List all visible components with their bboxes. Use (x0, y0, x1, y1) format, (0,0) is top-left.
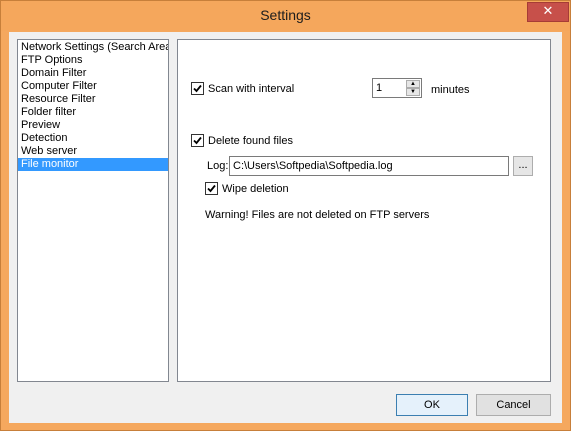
list-item-ftp-options[interactable]: FTP Options (18, 54, 168, 67)
delete-files-checkbox[interactable] (191, 134, 204, 147)
file-monitor-panel: Scan with interval 1 ▲ ▼ minutes Delete … (177, 39, 551, 382)
spin-down-icon[interactable]: ▼ (406, 88, 420, 96)
close-button[interactable]: ✕ (527, 2, 569, 22)
list-item-domain-filter[interactable]: Domain Filter (18, 67, 168, 80)
delete-files-row[interactable]: Delete found files (191, 134, 293, 147)
dialog-body: Network Settings (Search Area FTP Option… (9, 32, 562, 423)
ok-button[interactable]: OK (396, 394, 468, 416)
log-path-input[interactable]: C:\Users\Softpedia\Softpedia.log (229, 156, 509, 176)
delete-files-label: Delete found files (208, 134, 293, 147)
scan-interval-row[interactable]: Scan with interval (191, 82, 294, 95)
spinner-buttons: ▲ ▼ (406, 80, 420, 96)
ftp-warning-text: Warning! Files are not deleted on FTP se… (205, 209, 430, 221)
interval-unit-label: minutes (431, 84, 470, 96)
list-item-folder-filter[interactable]: Folder filter (18, 106, 168, 119)
checkmark-icon (207, 184, 216, 193)
scan-interval-checkbox[interactable] (191, 82, 204, 95)
interval-value[interactable]: 1 (376, 82, 382, 94)
checkmark-icon (193, 136, 202, 145)
settings-window: Settings ✕ Network Settings (Search Area… (0, 0, 571, 431)
list-item-detection[interactable]: Detection (18, 132, 168, 145)
list-item-resource-filter[interactable]: Resource Filter (18, 93, 168, 106)
wipe-deletion-checkbox[interactable] (205, 182, 218, 195)
wipe-deletion-label: Wipe deletion (222, 182, 289, 195)
wipe-deletion-row[interactable]: Wipe deletion (205, 182, 289, 195)
settings-category-list[interactable]: Network Settings (Search Area FTP Option… (17, 39, 169, 382)
interval-spinner[interactable]: 1 ▲ ▼ (372, 78, 422, 98)
scan-interval-label: Scan with interval (208, 82, 295, 95)
browse-log-button[interactable]: ... (513, 156, 533, 176)
log-label: Log: (207, 160, 229, 172)
spin-up-icon[interactable]: ▲ (406, 80, 420, 88)
list-item-network-settings[interactable]: Network Settings (Search Area (18, 41, 168, 54)
window-title: Settings (260, 7, 311, 23)
cancel-button[interactable]: Cancel (476, 394, 551, 416)
title-bar[interactable]: Settings ✕ (1, 1, 570, 31)
checkmark-icon (193, 84, 202, 93)
list-item-computer-filter[interactable]: Computer Filter (18, 80, 168, 93)
list-item-file-monitor[interactable]: File monitor (18, 158, 168, 171)
list-item-web-server[interactable]: Web server (18, 145, 168, 158)
list-item-preview[interactable]: Preview (18, 119, 168, 132)
